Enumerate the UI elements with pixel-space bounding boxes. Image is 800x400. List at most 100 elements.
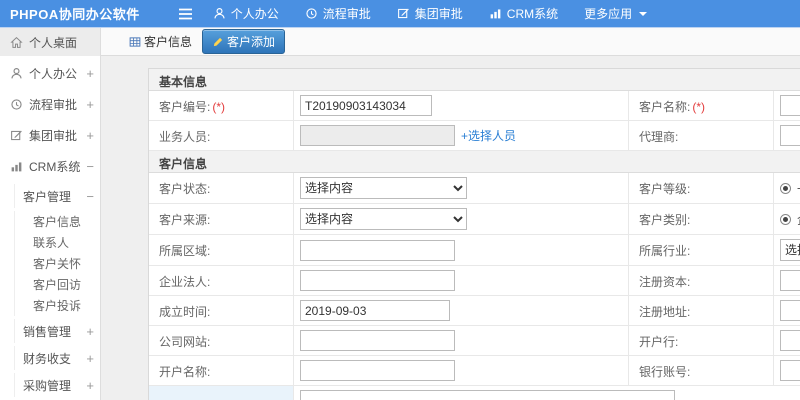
sidebar-item-label: CRM系统 bbox=[29, 160, 81, 174]
tab-label: 客户信息 bbox=[144, 35, 193, 49]
remark-textarea[interactable] bbox=[300, 390, 675, 400]
field-cell bbox=[774, 356, 800, 385]
expand-icon[interactable]: + bbox=[86, 324, 94, 339]
field-label-text: 客户状态: bbox=[159, 182, 211, 196]
sidebar-item-8[interactable]: 联系人 bbox=[14, 232, 100, 253]
customer-add-form: 基本信息客户编号:(*)客户名称:(*) 业务人员: +选择人员 代理商:+选择代理商… bbox=[148, 68, 800, 400]
sidebar-item-6[interactable]: 客户管理 − bbox=[14, 184, 100, 208]
topnav-item-3[interactable]: 集团审批 bbox=[397, 5, 463, 22]
collapse-icon[interactable]: − bbox=[86, 159, 94, 174]
sidebar-item-14[interactable]: 采购管理 + bbox=[14, 373, 100, 397]
user-icon bbox=[213, 7, 226, 20]
field-label-text: 企业法人: bbox=[159, 275, 211, 289]
field-label-text: 所属行业: bbox=[639, 244, 691, 258]
sidebar-item-11[interactable]: 客户投诉 bbox=[14, 295, 100, 316]
dropdown-select[interactable]: 选择内容 bbox=[300, 208, 467, 230]
form-row: 客户状态: 选择内容 客户等级: 一星 bbox=[149, 173, 800, 204]
field-label bbox=[149, 386, 294, 400]
form-row: 客户来源: 选择内容 客户类别: 企业 bbox=[149, 204, 800, 235]
form-row: 客户编号:(*)客户名称:(*) bbox=[149, 91, 800, 121]
sidebar-item-7[interactable]: 客户信息 bbox=[14, 211, 100, 232]
expand-icon[interactable]: + bbox=[86, 128, 94, 143]
sidebar-item-10[interactable]: 客户回访 bbox=[14, 274, 100, 295]
topnav-label: 更多应用 bbox=[584, 7, 633, 21]
field-label: 客户名称: (*) bbox=[629, 91, 774, 120]
sidebar-item-label: 销售管理 bbox=[23, 324, 72, 339]
field-label: 客户状态: bbox=[149, 173, 294, 203]
field-label: 注册地址: bbox=[629, 296, 774, 325]
field-label: 所属行业: bbox=[629, 235, 774, 265]
form-row: 业务人员: +选择人员 代理商: +选择代理商 bbox=[149, 121, 800, 151]
section-header: 基本信息 bbox=[149, 69, 800, 91]
picker-link[interactable]: +选择人员 bbox=[461, 127, 516, 144]
expand-icon[interactable]: + bbox=[86, 66, 94, 81]
dropdown-select[interactable]: 选择内容 bbox=[300, 177, 467, 199]
tab-label: 客户添加 bbox=[227, 35, 276, 49]
topnav-item-5[interactable]: 更多应用 bbox=[584, 5, 648, 22]
field-cell bbox=[294, 386, 800, 400]
field-label: 客户等级: bbox=[629, 173, 774, 203]
text-input[interactable] bbox=[300, 239, 455, 261]
text-input[interactable] bbox=[300, 360, 455, 381]
field-label-text: 注册资本: bbox=[639, 275, 691, 289]
field-cell: 选择内容 bbox=[294, 204, 629, 234]
topnav-item-2[interactable]: 流程审批 bbox=[305, 5, 371, 22]
text-input[interactable] bbox=[780, 270, 800, 291]
topnav-item-1[interactable]: 个人办公 bbox=[213, 5, 279, 22]
sidebar-item-12[interactable]: 销售管理 + bbox=[14, 319, 100, 343]
field-cell: +选择人员 bbox=[294, 121, 629, 150]
field-label: 成立时间: bbox=[149, 296, 294, 325]
text-input[interactable] bbox=[780, 95, 800, 116]
form-row: 企业法人: 注册资本: bbox=[149, 266, 800, 296]
field-label-text: 开户名称: bbox=[159, 365, 211, 379]
field-cell bbox=[774, 326, 800, 355]
expand-icon[interactable]: + bbox=[86, 351, 94, 366]
sidebar-item-5[interactable]: CRM系统 − bbox=[0, 153, 100, 180]
sidebar-item-label: 财务收支 bbox=[23, 351, 72, 366]
field-label-text: 业务人员: bbox=[159, 130, 211, 144]
top-bar: PHPOA协同办公软件 个人办公 流程审批 集团审批 CRM系统 更多应用 bbox=[0, 0, 800, 28]
text-input[interactable] bbox=[300, 270, 455, 291]
radio-selected[interactable] bbox=[780, 213, 791, 225]
sidebar-item-1[interactable]: 个人桌面 bbox=[0, 28, 100, 56]
sidebar-item-label: 客户投诉 bbox=[33, 299, 82, 313]
sidebar-item-4[interactable]: 集团审批 + bbox=[0, 122, 100, 149]
app-logo: PHPOA协同办公软件 bbox=[10, 7, 140, 22]
field-label-text: 注册地址: bbox=[639, 305, 691, 319]
hamburger-icon[interactable] bbox=[178, 8, 193, 20]
text-input[interactable] bbox=[780, 330, 800, 351]
collapse-icon[interactable]: − bbox=[86, 189, 94, 204]
text-input[interactable] bbox=[300, 95, 432, 116]
form-row: 成立时间: 注册地址: bbox=[149, 296, 800, 326]
expand-icon[interactable]: + bbox=[86, 97, 94, 112]
top-navigation: 个人办公 流程审批 集团审批 CRM系统 更多应用 bbox=[213, 5, 648, 22]
tab-1[interactable]: 客户信息 bbox=[125, 31, 196, 52]
sidebar-item-13[interactable]: 财务收支 + bbox=[14, 346, 100, 370]
sidebar-item-2[interactable]: 个人办公 + bbox=[0, 60, 100, 87]
form-row: 公司网站: 开户行: bbox=[149, 326, 800, 356]
radio-selected[interactable] bbox=[780, 182, 791, 194]
text-input[interactable] bbox=[780, 360, 800, 381]
field-cell: +选择代理商 bbox=[774, 121, 800, 150]
field-label: 代理商: bbox=[629, 121, 774, 150]
topnav-item-4[interactable]: CRM系统 bbox=[489, 5, 558, 22]
text-input[interactable] bbox=[300, 300, 450, 321]
field-label: 银行账号: bbox=[629, 356, 774, 385]
pencil-icon bbox=[212, 36, 224, 48]
field-cell bbox=[294, 266, 629, 295]
field-cell: 一星 bbox=[774, 173, 800, 203]
tab-2[interactable]: 客户添加 bbox=[202, 29, 286, 54]
sidebar-item-9[interactable]: 客户关怀 bbox=[14, 253, 100, 274]
tab-bar: 客户信息 客户添加 bbox=[101, 28, 800, 56]
text-input[interactable] bbox=[780, 300, 800, 321]
text-input[interactable] bbox=[300, 330, 455, 351]
dropdown-select[interactable]: 选择内容 bbox=[780, 239, 800, 261]
readonly-input[interactable] bbox=[300, 125, 455, 146]
field-label-text: 开户行: bbox=[639, 335, 679, 349]
field-label: 企业法人: bbox=[149, 266, 294, 295]
expand-icon[interactable]: + bbox=[86, 378, 94, 393]
history-icon bbox=[10, 98, 23, 111]
content-area: 基本信息客户编号:(*)客户名称:(*) 业务人员: +选择人员 代理商:+选择代理商… bbox=[101, 56, 800, 400]
text-input[interactable] bbox=[780, 125, 800, 146]
sidebar-item-3[interactable]: 流程审批 + bbox=[0, 91, 100, 118]
